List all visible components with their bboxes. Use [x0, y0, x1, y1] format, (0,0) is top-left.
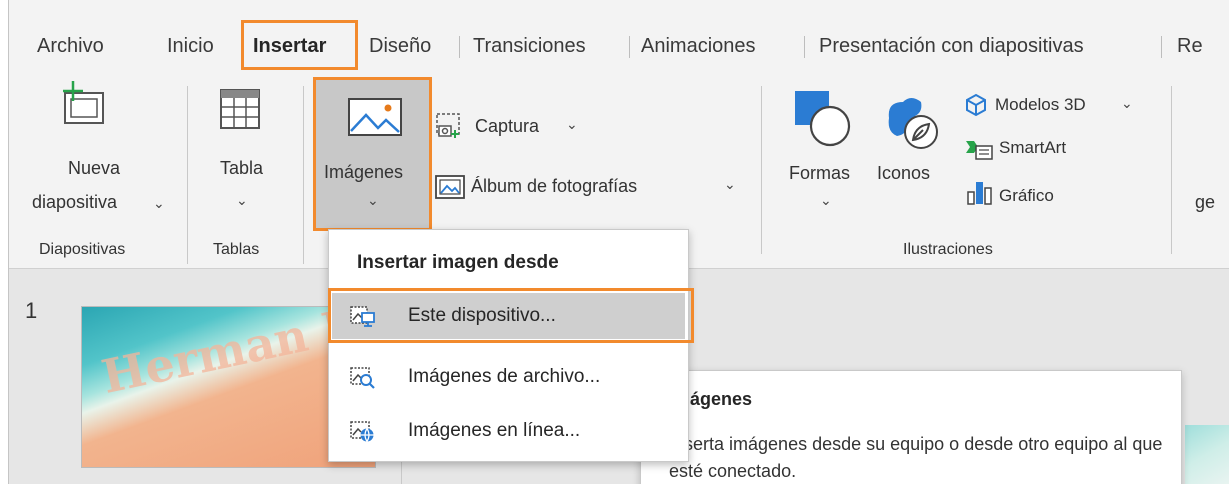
new-slide-label-2: diapositiva: [32, 192, 118, 212]
slide-canvas-preview[interactable]: [1185, 425, 1229, 484]
group-label-ilustraciones: Ilustraciones: [903, 241, 993, 258]
tab-diseno[interactable]: Diseño: [369, 28, 431, 64]
table-label: Tabla: [220, 158, 264, 178]
new-slide-label-1: Nueva: [68, 158, 121, 178]
icons-label: Iconos: [877, 163, 931, 183]
slide-number: 1: [25, 298, 38, 323]
tab-separator: [1161, 36, 1162, 58]
chevron-down-icon: ⌄: [724, 176, 736, 192]
menu-item-label: Imágenes de archivo...: [408, 366, 601, 387]
chart-label: Gráfico: [999, 186, 1054, 205]
smartart-label: SmartArt: [999, 138, 1067, 157]
chevron-down-icon: ⌄: [367, 192, 379, 208]
menu-item-label: Imágenes en línea...: [408, 420, 581, 441]
chevron-down-icon: ⌄: [153, 195, 165, 211]
menu-item-this-device[interactable]: Este dispositivo...: [332, 293, 685, 339]
images-label: Imágenes: [324, 162, 404, 182]
tab-presentacion[interactable]: Presentación con diapositivas: [819, 28, 1084, 64]
chevron-down-icon: ⌄: [1121, 95, 1133, 111]
menu-item-online-images[interactable]: Imágenes en línea...: [332, 408, 685, 454]
photo-album-label: Álbum de fotografías: [471, 176, 638, 196]
tab-revisar[interactable]: Re: [1177, 28, 1203, 64]
dropdown-header: Insertar imagen desde: [357, 252, 559, 273]
group-divider: [187, 238, 188, 264]
tooltip-body: Inserta imágenes desde su equipo o desde…: [669, 434, 1163, 481]
menu-item-stock-images[interactable]: Imágenes de archivo...: [332, 354, 685, 400]
shapes-label: Formas: [789, 163, 851, 183]
smartart-icon: [966, 141, 993, 160]
ribbon-tabs: Archivo Inicio Insertar Diseño Transicio…: [9, 28, 1229, 64]
slide-watermark-text: Herman I: [97, 306, 350, 405]
images-tooltip: Imágenes Inserta imágenes desde su equip…: [640, 370, 1182, 484]
chart-icon: [967, 182, 992, 205]
new-slide-icon: [63, 81, 104, 124]
tab-archivo[interactable]: Archivo: [37, 28, 104, 64]
cut-off-button-label[interactable]: ge: [1195, 192, 1215, 213]
tab-animaciones[interactable]: Animaciones: [641, 28, 756, 64]
picture-icon: [348, 98, 402, 136]
table-icon: [220, 89, 260, 129]
insert-image-dropdown: Insertar imagen desde Este dispositivo..…: [328, 229, 689, 462]
chevron-down-icon: ⌄: [566, 116, 578, 132]
screenshot-icon: [436, 113, 460, 138]
group-divider: [303, 238, 304, 264]
tab-separator: [629, 36, 630, 58]
powerpoint-window: Archivo Inicio Insertar Diseño Transicio…: [8, 0, 1229, 484]
tab-separator: [459, 36, 460, 58]
menu-item-label: Este dispositivo...: [408, 305, 556, 326]
device-picture-icon: [350, 306, 375, 327]
tab-transiciones[interactable]: Transiciones: [473, 28, 586, 64]
3d-models-label: Modelos 3D: [995, 95, 1086, 114]
chevron-down-icon: ⌄: [236, 192, 248, 208]
shapes-icon: [795, 91, 851, 147]
stock-images-icon: [350, 367, 375, 389]
tab-insertar[interactable]: Insertar: [253, 28, 326, 64]
cube-icon: [966, 93, 986, 117]
group-divider: [303, 86, 304, 254]
tab-inicio[interactable]: Inicio: [167, 28, 214, 64]
icons-icon: [888, 98, 938, 149]
group-divider: [1171, 86, 1172, 254]
group-label-diapositivas: Diapositivas: [39, 241, 126, 258]
images-button[interactable]: Imágenes ⌄: [316, 80, 430, 228]
tab-separator: [804, 36, 805, 58]
group-divider: [187, 86, 188, 254]
group-divider: [761, 86, 762, 254]
screenshot-label: Captura: [475, 116, 540, 136]
photo-album-icon: [435, 175, 465, 199]
chevron-down-icon: ⌄: [820, 192, 832, 208]
group-label-tablas: Tablas: [213, 241, 260, 258]
online-images-icon: [350, 421, 374, 443]
